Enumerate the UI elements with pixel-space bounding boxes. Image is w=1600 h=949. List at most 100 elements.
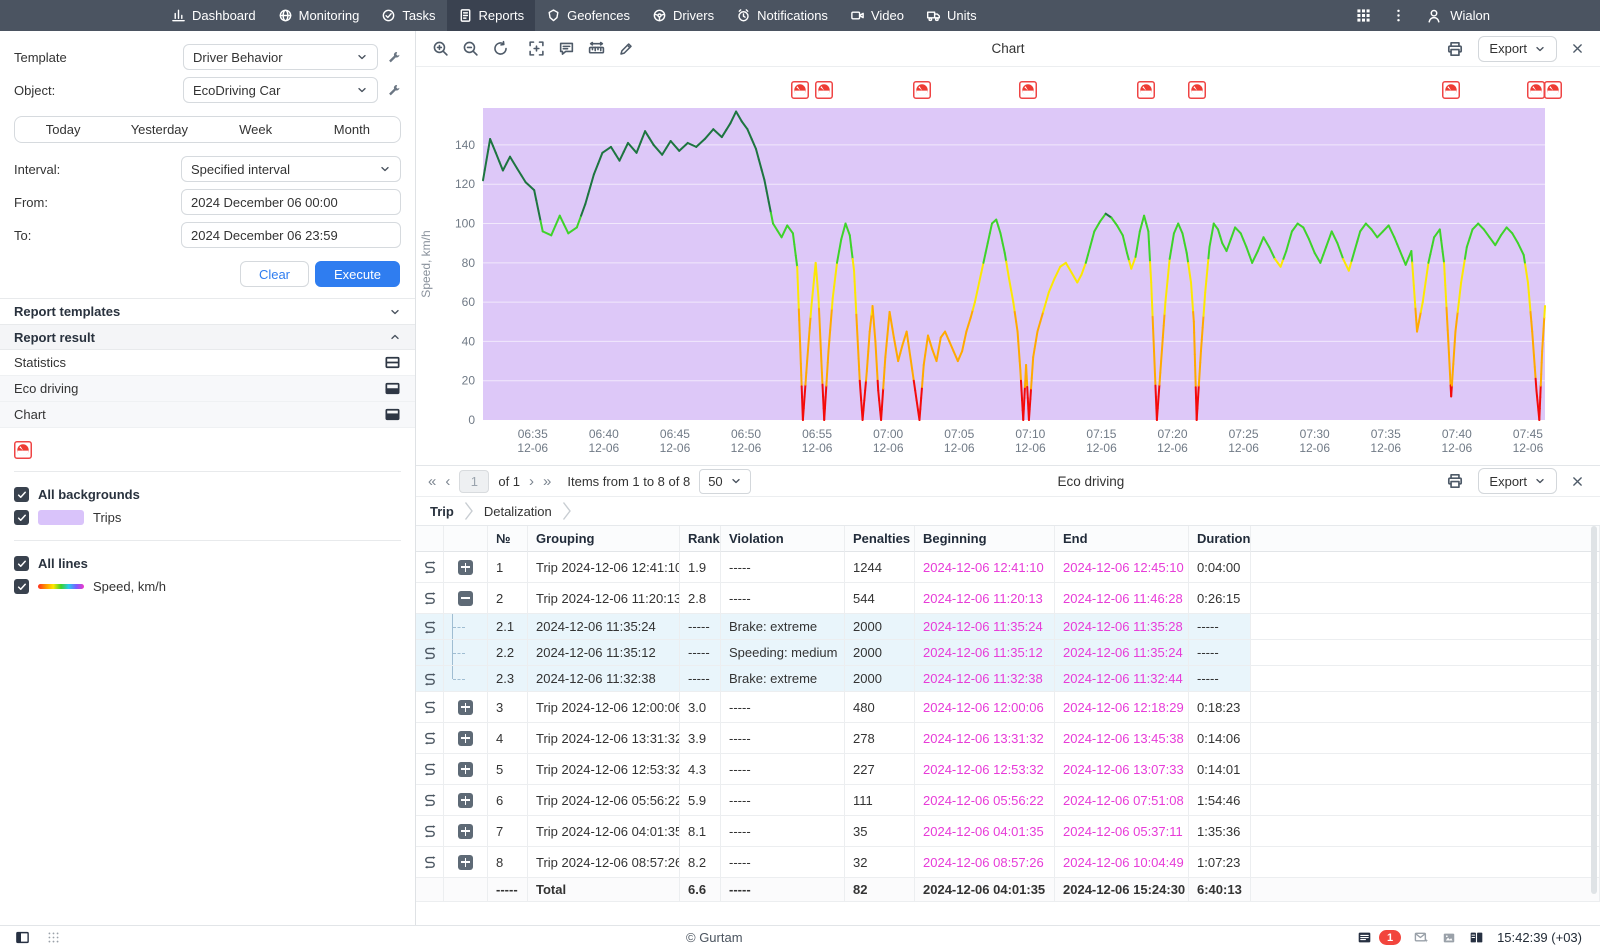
beginning-time-link[interactable]: 2024-12-06 05:56:22: [923, 793, 1044, 808]
route-icon[interactable]: [422, 854, 438, 870]
route-icon[interactable]: [422, 823, 438, 839]
expand-row-button[interactable]: [458, 730, 473, 746]
close-icon[interactable]: [1571, 42, 1584, 55]
to-date-input[interactable]: 2024 December 06 23:59: [181, 222, 401, 248]
end-time-link[interactable]: 2024-12-06 05:37:11: [1063, 824, 1183, 839]
beginning-time-link[interactable]: 2024-12-06 13:31:32: [923, 731, 1044, 746]
beginning-time-link[interactable]: 2024-12-06 12:53:32: [923, 762, 1044, 777]
reset-zoom-icon[interactable]: [492, 40, 509, 57]
end-time-link[interactable]: 2024-12-06 11:35:28: [1063, 619, 1183, 634]
range-tab-week[interactable]: Week: [208, 117, 304, 142]
trips-checkbox[interactable]: [14, 510, 29, 525]
clear-button[interactable]: Clear: [239, 261, 310, 287]
expand-row-button[interactable]: [458, 854, 473, 870]
route-icon[interactable]: [422, 730, 438, 746]
chart-export-button[interactable]: Export: [1478, 35, 1557, 62]
speeding-violation-marker-icon[interactable]: [1187, 81, 1206, 99]
nav-item-tasks[interactable]: Tasks: [370, 0, 446, 31]
beginning-time-link[interactable]: 2024-12-06 11:35:12: [923, 645, 1043, 660]
end-time-link[interactable]: 2024-12-06 12:45:10: [1063, 560, 1184, 575]
beginning-time-link[interactable]: 2024-12-06 11:35:24: [923, 619, 1043, 634]
edit-icon[interactable]: [618, 41, 634, 57]
speeding-violation-marker-icon[interactable]: [913, 81, 932, 99]
route-icon[interactable]: [422, 590, 438, 606]
table-scrollbar[interactable]: [1591, 526, 1597, 894]
grid-dots-icon[interactable]: [47, 931, 60, 944]
comment-icon[interactable]: [558, 40, 575, 57]
beginning-time-link[interactable]: 2024-12-06 12:41:10: [923, 560, 1044, 575]
nav-item-geofences[interactable]: Geofences: [535, 0, 641, 31]
apps-grid-icon[interactable]: [1356, 8, 1371, 23]
object-select[interactable]: EcoDriving Car: [183, 77, 378, 103]
print-icon[interactable]: [1446, 40, 1464, 58]
speeding-violation-marker-icon[interactable]: [1018, 81, 1037, 99]
interval-select[interactable]: Specified interval: [181, 156, 401, 182]
route-icon[interactable]: [422, 792, 438, 808]
all-lines-checkbox[interactable]: [14, 556, 29, 571]
first-page-icon[interactable]: «: [428, 474, 436, 489]
range-tab-month[interactable]: Month: [304, 117, 400, 142]
end-time-link[interactable]: 2024-12-06 12:18:29: [1063, 700, 1184, 715]
nav-item-video[interactable]: Video: [839, 0, 915, 31]
beginning-time-link[interactable]: 2024-12-06 11:32:38: [923, 671, 1043, 686]
end-time-link[interactable]: 2024-12-06 11:46:28: [1063, 591, 1183, 606]
nav-item-reports[interactable]: Reports: [446, 0, 536, 31]
user-menu[interactable]: Wialon: [1426, 8, 1490, 24]
beginning-time-link[interactable]: 2024-12-06 12:00:06: [923, 700, 1044, 715]
route-icon[interactable]: [422, 619, 438, 635]
table-export-button[interactable]: Export: [1478, 468, 1557, 494]
expand-row-button[interactable]: [458, 792, 473, 808]
fit-screen-icon[interactable]: [528, 40, 545, 57]
beginning-time-link[interactable]: 2024-12-06 08:57:26: [923, 855, 1044, 870]
speeding-violation-marker-icon[interactable]: [1527, 81, 1546, 99]
next-page-icon[interactable]: ›: [529, 474, 534, 489]
expand-row-button[interactable]: [458, 699, 473, 715]
notification-badge[interactable]: 1: [1378, 930, 1402, 945]
report-templates-section[interactable]: Report templates: [0, 298, 415, 324]
speeding-violation-marker-icon[interactable]: [1543, 81, 1562, 99]
template-select[interactable]: Driver Behavior: [183, 44, 378, 70]
messages-icon[interactable]: [1357, 930, 1372, 945]
template-settings-icon[interactable]: [387, 50, 401, 64]
speeding-violation-marker-icon[interactable]: [1136, 81, 1155, 99]
split-view-icon[interactable]: [1469, 930, 1484, 945]
sidebar-item-chart[interactable]: Chart: [0, 402, 415, 428]
expand-row-button[interactable]: [458, 823, 473, 839]
speed-checkbox[interactable]: [14, 579, 29, 594]
nav-item-monitoring[interactable]: Monitoring: [267, 0, 371, 31]
expand-row-button[interactable]: [458, 761, 473, 777]
route-icon[interactable]: [422, 645, 438, 661]
range-tab-yesterday[interactable]: Yesterday: [111, 117, 207, 142]
end-time-link[interactable]: 2024-12-06 11:35:24: [1063, 645, 1183, 660]
route-icon[interactable]: [422, 761, 438, 777]
page-number-input[interactable]: 1: [459, 469, 490, 493]
route-icon[interactable]: [422, 671, 438, 687]
all-backgrounds-checkbox[interactable]: [14, 487, 29, 502]
beginning-time-link[interactable]: 2024-12-06 04:01:35: [923, 824, 1044, 839]
expand-row-button[interactable]: [458, 559, 473, 575]
route-icon[interactable]: [422, 559, 438, 575]
end-time-link[interactable]: 2024-12-06 07:51:08: [1063, 793, 1184, 808]
end-time-link[interactable]: 2024-12-06 13:45:38: [1063, 731, 1184, 746]
object-settings-icon[interactable]: [387, 83, 401, 97]
zoom-out-icon[interactable]: [462, 40, 479, 57]
route-icon[interactable]: [422, 699, 438, 715]
breadcrumb-detalization[interactable]: Detalization: [484, 504, 552, 519]
end-time-link[interactable]: 2024-12-06 10:04:49: [1063, 855, 1184, 870]
speeding-violation-marker-icon[interactable]: [1442, 81, 1461, 99]
end-time-link[interactable]: 2024-12-06 11:32:44: [1063, 671, 1183, 686]
image-icon[interactable]: [1442, 931, 1456, 945]
end-time-link[interactable]: 2024-12-06 13:07:33: [1063, 762, 1184, 777]
range-tab-today[interactable]: Today: [15, 117, 111, 142]
speeding-violation-icon[interactable]: [14, 441, 401, 459]
breadcrumb-trip[interactable]: Trip: [430, 504, 454, 519]
report-result-section[interactable]: Report result: [0, 324, 415, 350]
print-icon[interactable]: [1446, 472, 1464, 490]
nav-item-notifications[interactable]: Notifications: [725, 0, 839, 31]
nav-item-dashboard[interactable]: Dashboard: [160, 0, 267, 31]
zoom-in-icon[interactable]: [432, 40, 449, 57]
last-page-icon[interactable]: »: [543, 474, 551, 489]
collapse-row-button[interactable]: [458, 590, 473, 606]
panel-toggle-icon[interactable]: [15, 930, 30, 945]
mail-sparkle-icon[interactable]: [1414, 930, 1429, 945]
